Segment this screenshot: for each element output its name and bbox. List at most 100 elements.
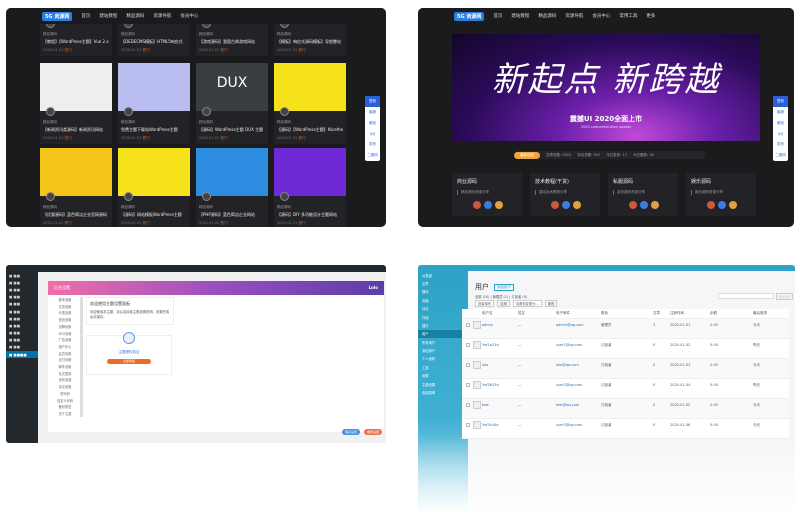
column-header[interactable]: 余额 — [710, 311, 717, 316]
table-cell[interactable]: user3@qq.com — [556, 423, 582, 427]
table-row[interactable]: 5ef1a23d — user1@qq.com 订阅者 0 2020-01-02 0.00 昨… — [462, 339, 789, 359]
table-row[interactable]: admin — admin@qq.com 管理员 3 2020-01-01 0.00 今天 — [462, 319, 789, 339]
article-title[interactable]: 【DEDECMS模板】HTML5响应式 — [121, 39, 187, 45]
settings-menu-item[interactable]: SEO设置 — [50, 331, 80, 338]
article-card[interactable]: 精品源码 【源码】【WordPress主题】Nicetheme 2020-01-01… — [274, 63, 346, 144]
sidebar-item[interactable]: 个人资料 — [418, 355, 468, 363]
article-card[interactable]: 精品源码 【优惠源码】蓝色简洁企业官网源码 2020-01-01 热门 — [40, 148, 112, 227]
sidebar-item[interactable]: 插件 — [418, 321, 468, 329]
settings-menu-item[interactable]: 关于主题 — [50, 411, 80, 418]
service-button[interactable]: 客服 — [369, 107, 376, 118]
bulk-action-select[interactable]: 批量操作 — [475, 300, 495, 307]
nav-item[interactable]: 首页 — [81, 13, 90, 19]
article-category[interactable]: 精品源码 — [121, 120, 187, 125]
article-title[interactable]: 【PHP源码】蓝色简洁企业网站 — [199, 212, 265, 218]
article-title[interactable]: 【游戏源码】我国古典游戏网站 — [199, 39, 265, 45]
save-button[interactable]: 保存设置 — [342, 429, 361, 435]
settings-menu-item[interactable]: 基本设置 — [50, 297, 80, 304]
sidebar-item[interactable]: 用户 — [418, 329, 468, 338]
article-thumbnail[interactable] — [118, 63, 190, 116]
apply-button[interactable]: 应用 — [497, 300, 510, 307]
settings-menu-item[interactable]: 支付设置 — [50, 357, 80, 364]
site-logo[interactable]: 5G 资源网 — [454, 11, 485, 21]
article-title[interactable]: 免费主题下载站WordPress主题 — [121, 127, 187, 133]
table-cell[interactable]: 5ef3c44d — [482, 423, 498, 427]
site-logo[interactable]: 5G 资源网 — [42, 11, 73, 21]
article-thumbnail[interactable] — [274, 63, 346, 116]
avatar[interactable] — [551, 201, 559, 209]
article-card[interactable]: 精品源码 免费主题下载站WordPress主题 2020-01-01 热门 — [118, 63, 190, 144]
article-thumbnail[interactable]: DUX — [196, 63, 268, 116]
checkin-button[interactable]: 签到 — [365, 96, 380, 107]
article-title[interactable]: 【教程】【WordPress主题】Vue 2.x — [43, 39, 109, 45]
table-cell[interactable]: lolo@qq.com — [556, 363, 579, 367]
auth-link[interactable]: 主题授权验证 — [87, 350, 171, 355]
sidebar-item[interactable]: 设置 — [418, 372, 468, 380]
column-header[interactable]: 电子邮件 — [556, 311, 570, 316]
nav-item[interactable]: 常用工具 — [619, 13, 637, 19]
table-row[interactable]: test — test@qq.com 订阅者 0 2020-01-05 0.00 今天 — [462, 399, 789, 419]
author-avatar[interactable] — [280, 107, 289, 116]
category-box[interactable]: 娱乐源码 娱乐源码资源分享 — [686, 173, 756, 216]
table-cell[interactable]: user1@qq.com — [556, 343, 582, 347]
author-avatar[interactable] — [46, 192, 55, 201]
article-title[interactable]: 【模板】响应式源码模板】导航整站 — [277, 39, 343, 45]
column-header[interactable]: 注册时间 — [670, 311, 684, 316]
article-title[interactable]: 【源码】网站模板WordPress主题 — [121, 212, 187, 218]
column-header[interactable]: 文章 — [653, 311, 660, 316]
settings-menu-item[interactable]: 短代码 — [50, 391, 80, 398]
article-card[interactable]: 精品源码 【新闻资讯类源码】新闻资讯网站 2020-01-01 热门 — [40, 63, 112, 144]
settings-menu-item[interactable]: 分类设置 — [50, 310, 80, 317]
checkin-button[interactable]: 签到 — [773, 96, 788, 107]
article-category[interactable]: 精品源码 — [277, 32, 343, 37]
sidebar-item-theme-settings[interactable]: ■ ■■■■ — [6, 351, 38, 359]
settings-menu-item[interactable]: 文章设置 — [50, 304, 80, 311]
qq-button[interactable]: QQ — [370, 129, 376, 139]
qq-button[interactable]: QQ — [778, 129, 784, 139]
nav-item[interactable]: 更多 — [646, 13, 655, 19]
qrcode-button[interactable]: 二维码 — [367, 150, 378, 161]
sidebar-item[interactable]: 媒体 — [418, 288, 468, 296]
table-cell[interactable]: 5ef2b33d — [482, 383, 499, 387]
article-category[interactable]: 精品源码 — [277, 120, 343, 125]
row-checkbox[interactable] — [466, 323, 470, 327]
sidebar-item[interactable]: 主题设置 — [418, 380, 468, 388]
sidebar-item[interactable]: 外观 — [418, 313, 468, 321]
avatar[interactable] — [573, 201, 581, 209]
sidebar-item[interactable]: 添加用户 — [418, 346, 468, 354]
search-input[interactable] — [718, 293, 774, 299]
column-header[interactable]: 角色 — [601, 311, 608, 316]
article-category[interactable]: 精品源码 — [43, 205, 109, 210]
avatar[interactable] — [718, 201, 726, 209]
author-avatar[interactable] — [46, 107, 55, 116]
column-header[interactable]: 用户名 — [482, 311, 493, 316]
sidebar-item[interactable]: 文章 — [418, 279, 468, 287]
sidebar-item[interactable]: 仪表盘 — [418, 271, 468, 279]
avatar[interactable] — [495, 201, 503, 209]
article-category[interactable]: 精品源码 — [121, 205, 187, 210]
article-category[interactable]: 精品源码 — [121, 32, 187, 37]
table-cell[interactable]: admin@qq.com — [556, 323, 584, 327]
table-cell[interactable]: test — [482, 403, 489, 407]
row-checkbox[interactable] — [466, 363, 470, 367]
wechat-button[interactable]: 微信 — [777, 118, 784, 129]
reset-button[interactable]: 重置设置 — [364, 429, 383, 435]
settings-menu-item[interactable]: 用户中心 — [50, 344, 80, 351]
article-title[interactable]: 【优惠源码】蓝色简洁企业官网源码 — [43, 212, 109, 218]
settings-menu-item[interactable]: 首页设置 — [50, 317, 80, 324]
settings-menu-item[interactable]: 备份恢复 — [50, 404, 80, 411]
nav-item[interactable]: 首页 — [493, 13, 502, 19]
avatar[interactable] — [484, 201, 492, 209]
article-title[interactable]: 【新闻资讯类源码】新闻资讯网站 — [43, 127, 109, 133]
article-thumbnail[interactable] — [40, 63, 112, 116]
author-avatar[interactable] — [124, 192, 133, 201]
avatar[interactable] — [473, 201, 481, 209]
settings-menu-item[interactable]: 优化加速 — [50, 377, 80, 384]
sidebar-item[interactable]: 工具 — [418, 363, 468, 371]
role-filters[interactable]: 全部 (10) | 管理员 (1) | 订阅者 (9) — [475, 294, 527, 299]
table-row[interactable]: 5ef2b33d — user2@qq.com 订阅者 0 2020-01-04 0.00 昨… — [462, 379, 789, 399]
sidebar-item[interactable]: 页面 — [418, 296, 468, 304]
article-title[interactable]: 【源码】【WordPress主题】Nicetheme — [277, 127, 343, 133]
settings-menu-item[interactable]: 邮件设置 — [50, 364, 80, 371]
settings-menu-item[interactable]: 社交登录 — [50, 371, 80, 378]
